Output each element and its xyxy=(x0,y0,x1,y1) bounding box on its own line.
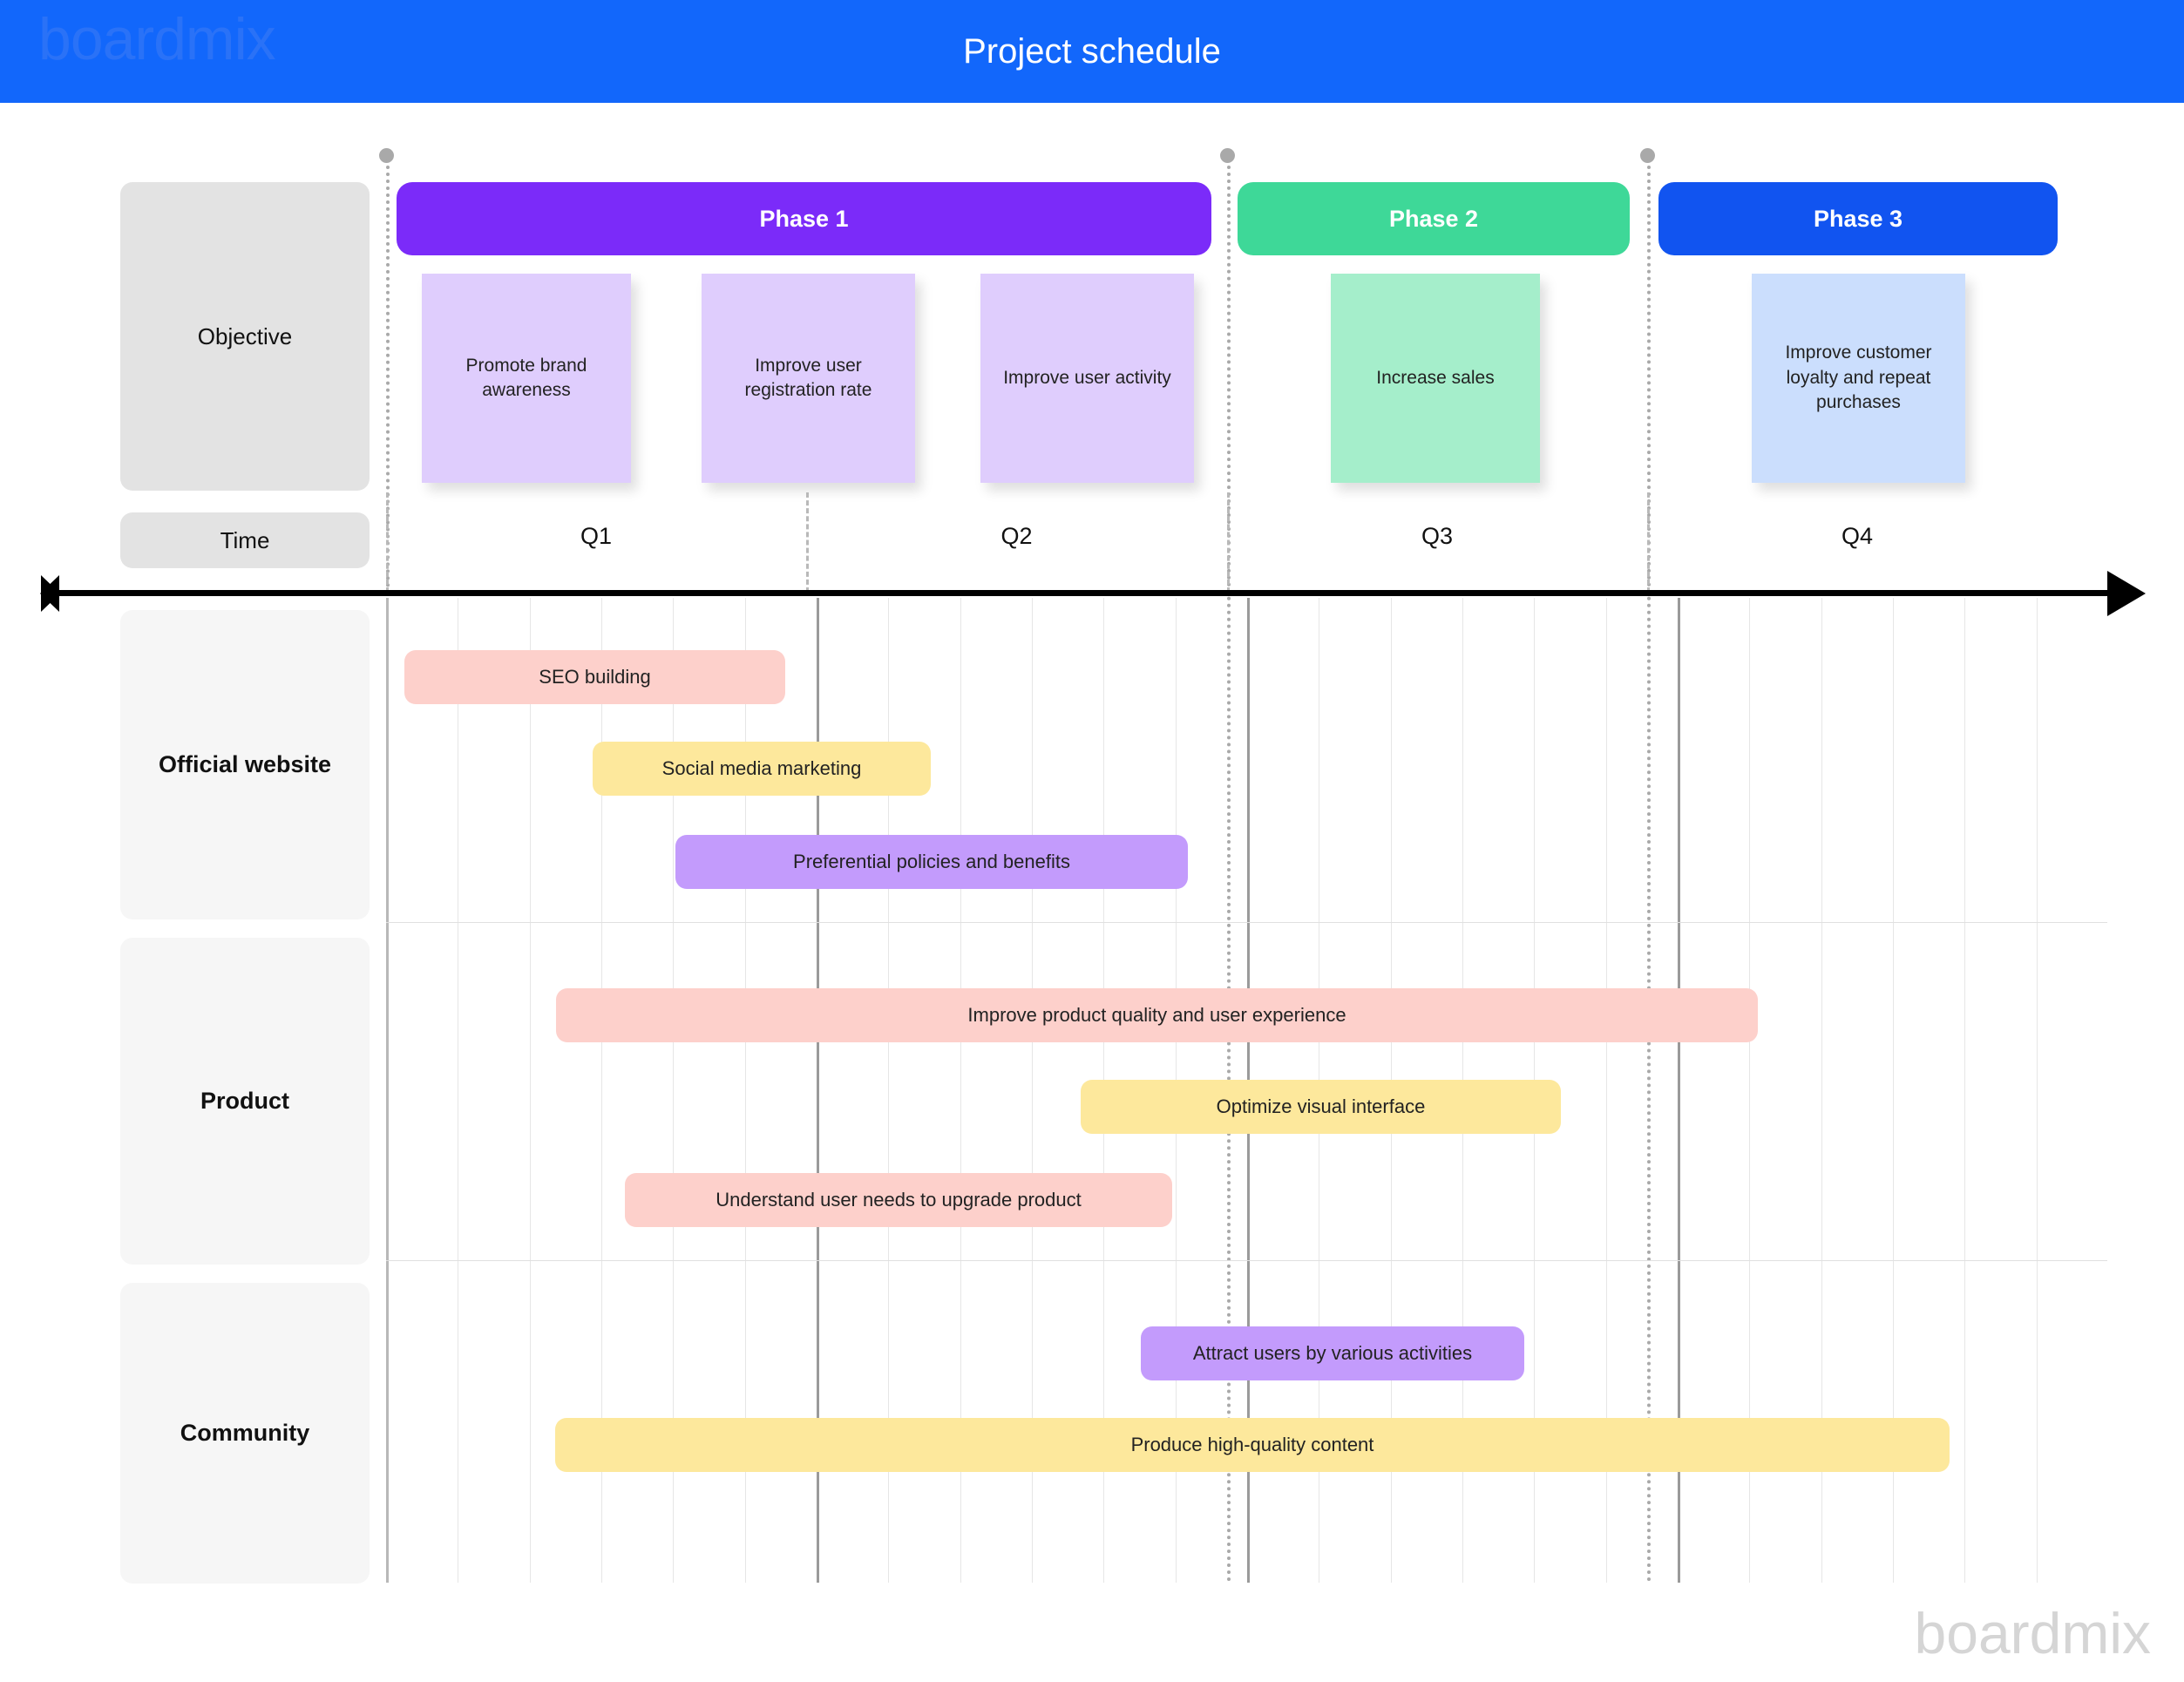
phase-bar-3[interactable]: Phase 3 xyxy=(1658,182,2058,255)
row-label-objective: Objective xyxy=(120,182,370,491)
row-label-official-website: Official website xyxy=(120,610,370,919)
gantt-task-label: SEO building xyxy=(539,666,651,688)
gantt-row-separator xyxy=(386,1260,2107,1261)
gantt-row-separator xyxy=(386,922,2107,923)
boardmix-watermark: boardmix xyxy=(1914,1601,2151,1665)
gantt-task-label: Attract users by various activities xyxy=(1192,1342,1473,1364)
timeline-arrow-left-icon-2 xyxy=(41,575,78,612)
quarter-label-q2: Q2 xyxy=(1000,522,1033,549)
row-label-community: Community xyxy=(120,1283,370,1584)
timeline-axis xyxy=(52,590,2107,596)
objective-note-text: Improve user activity xyxy=(1003,367,1171,388)
gantt-task-bar[interactable]: Improve product quality and user experie… xyxy=(556,988,1758,1042)
app-header: boardmix Project schedule xyxy=(0,0,2184,103)
gantt-task-bar[interactable]: Attract users by various activities xyxy=(1141,1326,1524,1380)
objective-note-5[interactable]: Improve customer loyalty and repeat purc… xyxy=(1752,274,1965,483)
gantt-task-label: Produce high-quality content xyxy=(1130,1434,1374,1455)
quarter-label-q3: Q3 xyxy=(1421,522,1454,549)
quarter-label-q4: Q4 xyxy=(1841,522,1874,549)
gantt-gridline xyxy=(1964,598,1966,1583)
gantt-task-bar[interactable]: Optimize visual interface xyxy=(1081,1080,1561,1134)
quarter-divider-1 xyxy=(386,492,389,593)
objective-note-text: Promote brand awareness xyxy=(465,355,587,400)
gantt-gridline xyxy=(386,598,389,1583)
gantt-task-bar[interactable]: SEO building xyxy=(404,650,785,704)
quarter-divider-4 xyxy=(1647,492,1650,593)
objective-note-2[interactable]: Improve user registration rate xyxy=(702,274,915,483)
objective-note-1[interactable]: Promote brand awareness xyxy=(422,274,631,483)
quarter-divider-3 xyxy=(1227,492,1230,593)
quarter-divider-2 xyxy=(806,492,809,593)
objective-note-text: Improve user registration rate xyxy=(744,355,872,400)
objective-note-text: Increase sales xyxy=(1376,367,1495,388)
gantt-task-bar[interactable]: Produce high-quality content xyxy=(555,1418,1950,1472)
objective-note-text: Improve customer loyalty and repeat purc… xyxy=(1785,343,1932,413)
objective-note-4[interactable]: Increase sales xyxy=(1331,274,1540,483)
objective-note-3[interactable]: Improve user activity xyxy=(980,274,1194,483)
gantt-task-bar[interactable]: Understand user needs to upgrade product xyxy=(625,1173,1172,1227)
row-label-time: Time xyxy=(120,512,370,568)
phase-bar-label: Phase 2 xyxy=(1388,205,1479,232)
gantt-task-label: Optimize visual interface xyxy=(1216,1095,1426,1117)
quarter-label-q1: Q1 xyxy=(580,522,613,549)
phase-bar-1[interactable]: Phase 1 xyxy=(397,182,1211,255)
gantt-task-bar[interactable]: Preferential policies and benefits xyxy=(675,835,1188,889)
gantt-gridline xyxy=(529,598,531,1583)
gantt-gridline xyxy=(2036,598,2038,1583)
row-label-product: Product xyxy=(120,938,370,1265)
gantt-task-label: Understand user needs to upgrade product xyxy=(716,1189,1082,1211)
gantt-chart: SEO building Social media marketing Prefer… xyxy=(386,598,2107,1583)
gantt-task-bar[interactable]: Social media marketing xyxy=(593,742,931,796)
gantt-task-label: Improve product quality and user experie… xyxy=(967,1004,1346,1026)
timeline-arrow-right-icon xyxy=(2107,571,2146,616)
phase-bar-2[interactable]: Phase 2 xyxy=(1238,182,1630,255)
gantt-task-label: Preferential policies and benefits xyxy=(793,851,1070,872)
page-title: Project schedule xyxy=(963,31,1221,71)
gantt-task-label: Social media marketing xyxy=(661,757,862,779)
phase-bar-label: Phase 3 xyxy=(1813,205,1903,232)
phase-bar-label: Phase 1 xyxy=(759,205,849,232)
